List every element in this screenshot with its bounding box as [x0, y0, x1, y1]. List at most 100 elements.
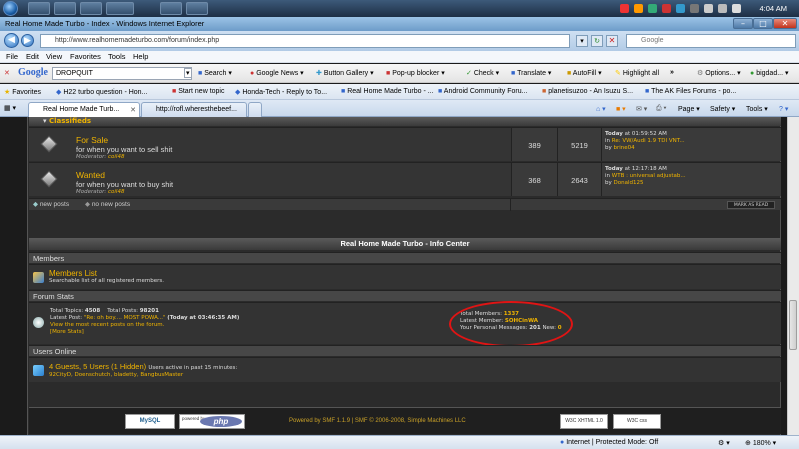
safety-menu[interactable]: Safety ▾ — [710, 105, 735, 113]
tray-icon-2[interactable] — [634, 4, 643, 13]
forward-arrow-icon[interactable]: ▶ — [21, 34, 34, 47]
menu-edit[interactable]: Edit — [26, 52, 39, 61]
new-tab-button[interactable] — [248, 102, 262, 117]
fav-item-honda-tech[interactable]: ◆ Honda-Tech - Reply to To... — [235, 88, 327, 96]
moderator-link[interactable]: coil48 — [108, 154, 124, 160]
w3c-xhtml-badge[interactable]: W3C XHTML 1.0 — [560, 414, 608, 429]
tray-icon-3[interactable] — [648, 4, 657, 13]
menu-favorites[interactable]: Favorites — [70, 52, 101, 61]
toolbar-search[interactable]: ■ Search ▾ — [198, 69, 232, 77]
favorites-button[interactable]: ★ Favorites — [4, 88, 41, 96]
page-menu[interactable]: Page ▾ — [678, 105, 700, 113]
toolbar-translate[interactable]: ■ Translate ▾ — [511, 69, 551, 77]
menu-tools[interactable]: Tools — [108, 52, 126, 61]
toolbar-highlight-all[interactable]: ✎ Highlight all — [615, 69, 659, 77]
google-search-input[interactable]: DROPQUIT — [52, 67, 192, 80]
google-dropdown-icon[interactable]: ▾ — [184, 68, 192, 78]
toolbar-autofill[interactable]: ■ AutoFill ▾ — [567, 69, 602, 77]
toolbar-button-gallery[interactable]: ✚ Button Gallery ▾ — [316, 69, 374, 77]
back-arrow-icon[interactable]: ◀ — [4, 33, 19, 48]
fav-item-h22[interactable]: ◆ H22 turbo question - Hon... — [56, 88, 147, 96]
print-icon[interactable]: ⎙ ▾ — [656, 105, 667, 113]
recent-posts-link[interactable]: View the most recent posts on the forum. — [50, 322, 164, 328]
vertical-scrollbar[interactable] — [787, 117, 799, 435]
online-user-list[interactable]: 92CityD, Doenschutch, bladetty, BangbusM… — [49, 372, 237, 379]
forum-stats-row: Total Topics: 4508 Total Posts: 98201 La… — [29, 301, 781, 347]
last-post-author-link[interactable]: brine04 — [614, 145, 635, 151]
close-toolbar-icon[interactable]: ✕ — [4, 69, 10, 77]
mark-as-read-button[interactable]: MARK AS READ — [727, 201, 775, 209]
search-input[interactable]: Google — [626, 34, 796, 48]
maximize-button[interactable]: □ — [753, 18, 773, 29]
fav-item-rhmt[interactable]: ■ Real Home Made Turbo - ... — [341, 88, 434, 95]
last-post-topic-link[interactable]: Re: VW/Audi 1.9 TDI VNT... — [612, 138, 685, 144]
taskbar-app-window[interactable] — [106, 2, 134, 15]
security-zone[interactable]: ● Internet | Protected Mode: Off — [560, 439, 658, 446]
last-post-author-link[interactable]: Donald125 — [614, 180, 644, 186]
fav-item-new-topic[interactable]: ■ Start new topic — [172, 88, 225, 95]
tray-icon-4[interactable] — [662, 4, 671, 13]
mysql-badge[interactable]: MySQL — [125, 414, 175, 429]
toolbar-check[interactable]: ✓ Check ▾ — [466, 69, 499, 77]
tray-icon-1[interactable] — [620, 4, 629, 13]
w3c-css-badge[interactable]: W3C css — [613, 414, 661, 429]
tab-real-home-made-turbo[interactable]: Real Home Made Turb... ✕ — [28, 102, 140, 117]
fav-item-android[interactable]: ■ Android Community Foru... — [438, 88, 527, 95]
taskbar-app-folder[interactable] — [54, 2, 76, 15]
feeds-icon[interactable]: ■ ▾ — [616, 105, 626, 113]
clock[interactable]: 4:04 AM — [759, 4, 787, 13]
category-bar[interactable]: ▾ Classifieds — [29, 117, 781, 126]
tab-rofl[interactable]: http://rofl.wheresthebeef... — [141, 102, 247, 117]
minimize-button[interactable]: – — [733, 18, 753, 29]
menu-help[interactable]: Help — [133, 52, 148, 61]
more-stats-link[interactable]: [More Stats] — [50, 329, 84, 335]
toolbar-more[interactable]: » — [670, 69, 674, 76]
volume-icon[interactable] — [732, 4, 741, 13]
toolbar-account[interactable]: ● bigdad... ▾ — [750, 69, 789, 77]
taskbar-app-media[interactable] — [80, 2, 102, 15]
compat-icon[interactable]: ▾ — [576, 35, 588, 47]
board-title-wanted[interactable]: Wanted — [76, 170, 496, 180]
last-post-info: Today at 01:59:52 AM in Re: VW/Audi 1.9 … — [605, 131, 685, 151]
refresh-icon[interactable]: ↻ — [591, 35, 603, 47]
tray-icon-5[interactable] — [676, 4, 685, 13]
toolbar-popup-blocker[interactable]: ■ Pop-up blocker ▾ — [386, 69, 445, 77]
red-highlight-oval — [449, 301, 573, 347]
php-badge[interactable]: powered by php — [179, 414, 245, 429]
last-post-topic-link[interactable]: WTB : universal adjustab... — [612, 173, 686, 179]
latest-post-link[interactable]: "Re: oh boy.... MOST POWA..." — [84, 315, 166, 321]
help-icon[interactable]: ? ▾ — [779, 105, 788, 113]
tray-icon-6[interactable] — [690, 4, 699, 13]
quick-tabs-icon[interactable]: ▦ ▾ — [4, 104, 16, 112]
taskbar-app-ie-2[interactable] — [160, 2, 182, 15]
taskbar-app-explorer[interactable] — [186, 2, 208, 15]
smf-credit[interactable]: Powered by SMF 1.1.9 | SMF © 2006-2008, … — [289, 418, 466, 424]
signal-icon[interactable] — [718, 4, 727, 13]
home-icon[interactable]: ⌂ ▾ — [596, 105, 606, 113]
toolbar-options[interactable]: ⚙ Options... ▾ — [697, 69, 741, 77]
zoom-control[interactable]: ⊕ 180% ▾ — [745, 439, 776, 447]
start-button[interactable] — [3, 1, 18, 16]
stop-icon[interactable]: ✕ — [606, 35, 618, 47]
url-input[interactable]: http://www.realhomemadeturbo.com/forum/i… — [40, 34, 570, 48]
members-list-link[interactable]: Members List — [49, 269, 164, 278]
scrollbar-thumb[interactable] — [789, 300, 797, 350]
online-summary-link[interactable]: 4 Guests, 5 Users (1 Hidden) — [49, 362, 146, 371]
tools-menu[interactable]: Tools ▾ — [746, 105, 768, 113]
toolbar-google-news[interactable]: ● Google News ▾ — [250, 69, 304, 77]
status-bar: ● Internet | Protected Mode: Off ⚙ ▾ ⊕ 1… — [0, 435, 799, 449]
menu-view[interactable]: View — [46, 52, 62, 61]
board-title-for-sale[interactable]: For Sale — [76, 135, 496, 145]
close-button[interactable]: ✕ — [773, 18, 797, 29]
network-icon[interactable] — [704, 4, 713, 13]
board-row-for-sale: For Sale for when you want to sell shit … — [29, 127, 781, 161]
fav-item-planetisuzoo[interactable]: ■ planetisuzoo - An Isuzu S... — [542, 88, 633, 95]
tab-close-icon[interactable]: ✕ — [130, 106, 136, 114]
mail-icon[interactable]: ✉ ▾ — [636, 105, 647, 113]
protected-mode-icon[interactable]: ⚙ ▾ — [718, 439, 730, 447]
moderator-link[interactable]: coil48 — [108, 189, 124, 195]
fav-item-ak-files[interactable]: ■ The AK Files Forums - po... — [645, 88, 736, 95]
taskbar-app-ie[interactable] — [28, 2, 50, 15]
menu-file[interactable]: File — [6, 52, 18, 61]
menu-bar: File Edit View Favorites Tools Help — [0, 51, 799, 63]
